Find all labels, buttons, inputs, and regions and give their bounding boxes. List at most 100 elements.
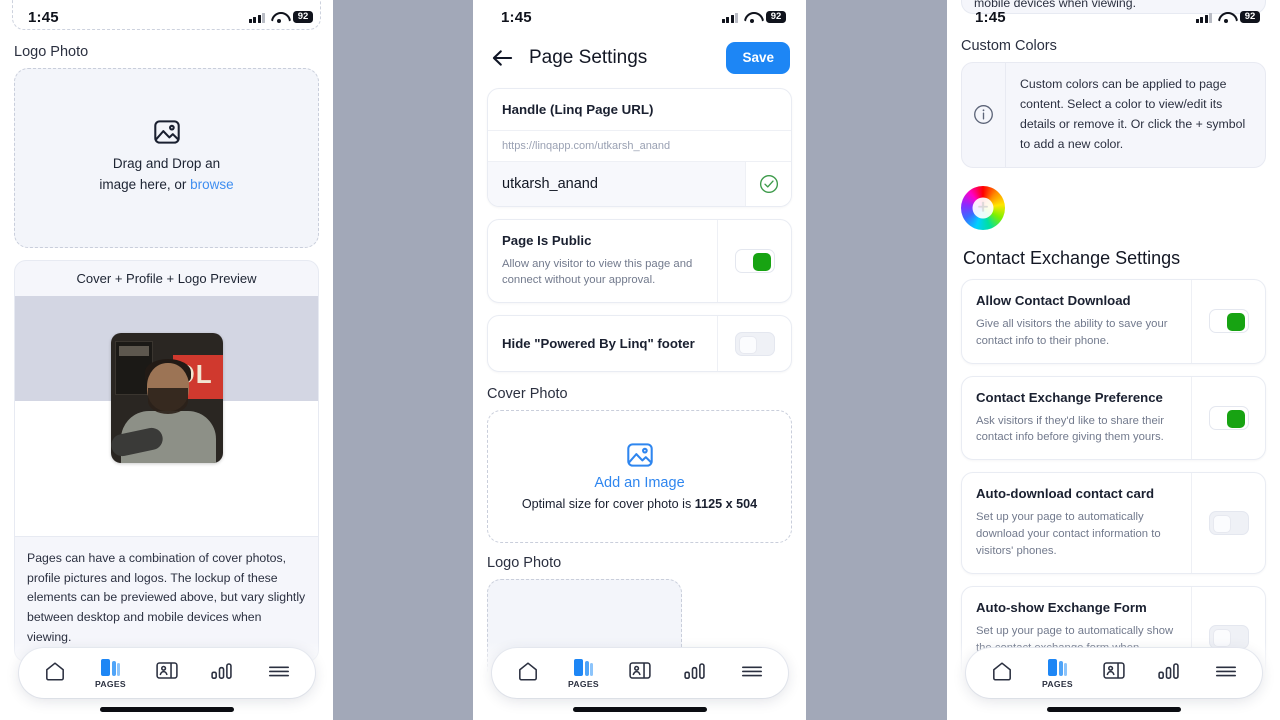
sidebar-item-pages[interactable]: PAGES [1032, 658, 1084, 689]
custom-colors-info-text: Custom colors can be applied to page con… [1020, 77, 1246, 151]
toggle-row-text: Hide "Powered By Linq" footer [488, 316, 717, 371]
tab-bar-zone: PAGES [947, 642, 1280, 720]
color-wheel-add-icon[interactable]: + [961, 185, 1005, 230]
home-icon [44, 661, 66, 686]
home-indicator [1046, 707, 1181, 712]
profile-photo-preview: OL [110, 333, 223, 463]
toggle-cell [717, 219, 791, 303]
allow-contact-download-toggle[interactable] [1208, 309, 1249, 334]
toggle-title: Auto-show Exchange Form [976, 600, 1147, 616]
toggle-title: Hide "Powered By Linq" footer [502, 336, 695, 352]
logo-photo-label: Logo Photo [14, 44, 89, 60]
status-indicators: 92 [248, 10, 313, 24]
toggle-cell [717, 316, 791, 372]
home-indicator [572, 707, 707, 712]
toggle-title: Allow Contact Download [976, 292, 1131, 308]
phone-panel-3: mobile devices when viewing. 1:45 92 Cus… [947, 0, 1280, 720]
sidebar-item-contacts[interactable] [141, 661, 193, 685]
phone-panel-2: 1:45 92 Page Settings Save Handle (Linq … [473, 0, 806, 720]
save-button[interactable]: Save [726, 42, 790, 74]
sidebar-item-pages[interactable]: PAGES [558, 658, 610, 689]
contact-card-icon [628, 661, 651, 685]
browse-link[interactable]: browse [190, 177, 234, 192]
status-time: 1:45 [28, 8, 59, 26]
size-note-value: 1125 x 504 [694, 496, 758, 511]
sidebar-item-analytics[interactable] [1144, 662, 1196, 685]
sidebar-item-pages[interactable]: PAGES [85, 658, 137, 689]
sidebar-item-analytics[interactable] [197, 662, 249, 685]
pages-stack-icon [574, 658, 593, 676]
home-icon [517, 661, 539, 686]
info-circle-icon [962, 63, 1006, 167]
cover-photo-label: Cover Photo [487, 386, 568, 403]
toggle-row-auto-download-contact-card: Auto-download contact card Set up your p… [961, 472, 1266, 575]
tab-bar: PAGES [965, 648, 1262, 698]
toggle-row-page-is-public: Page Is Public Allow any visitor to view… [487, 218, 792, 304]
handle-url-preview: https://linqapp.com/utkarsh_anand [488, 131, 791, 162]
cover-photo-dropzone[interactable]: Add an Image Optimal size for cover phot… [487, 410, 792, 544]
add-color-plus: + [977, 197, 989, 219]
back-arrow-icon[interactable] [489, 45, 515, 71]
auto-download-contact-card-toggle[interactable] [1208, 511, 1249, 536]
panel3-content: Custom Colors Custom colors can be appli… [947, 38, 1280, 688]
image-placeholder-icon [626, 443, 653, 467]
toggle-subtitle: Ask visitors if they'd like to share the… [976, 414, 1164, 444]
dropzone-line1: Drag and Drop an [112, 156, 221, 172]
sidebar-item-menu[interactable] [1200, 664, 1252, 683]
wifi-icon [1218, 11, 1234, 23]
sidebar-item-home[interactable] [29, 661, 81, 686]
preview-canvas: OL [15, 296, 318, 536]
toggle-subtitle: Give all visitors the ability to save yo… [976, 317, 1168, 347]
add-an-image-link[interactable]: Add an Image [594, 475, 684, 491]
status-indicators: 92 [721, 10, 786, 24]
bar-chart-icon [210, 662, 235, 685]
contact-card-icon [1102, 661, 1125, 685]
logo-photo-dropzone[interactable]: Drag and Drop an image here, or browse [14, 68, 319, 248]
toggle-row-text: Contact Exchange Preference Ask visitors… [962, 377, 1191, 460]
wifi-icon [271, 11, 287, 23]
toggle-title: Auto-download contact card [976, 486, 1155, 502]
sidebar-item-analytics[interactable] [670, 662, 722, 685]
add-color-row: + [961, 185, 1266, 230]
toggle-row-text: Allow Contact Download Give all visitors… [962, 280, 1191, 363]
status-bar: 1:45 92 [473, 0, 806, 34]
page-is-public-toggle[interactable] [734, 248, 775, 273]
sidebar-item-contacts[interactable] [614, 661, 666, 685]
sidebar-item-home[interactable] [976, 661, 1028, 686]
hamburger-menu-icon [1215, 664, 1237, 683]
toggle-cell [1191, 279, 1265, 363]
handle-label: Handle (Linq Page URL) [488, 89, 791, 131]
custom-colors-label: Custom Colors [961, 38, 1057, 54]
tab-label-pages: PAGES [1042, 678, 1073, 689]
handle-field-card: Handle (Linq Page URL) https://linqapp.c… [487, 87, 792, 207]
page-title: Page Settings [529, 46, 648, 68]
preview-card: Cover + Profile + Logo Preview OL Pages … [14, 260, 319, 663]
bar-chart-icon [1157, 662, 1182, 685]
size-note-prefix: Optimal size for cover photo is [521, 496, 695, 511]
panel2-content: Handle (Linq Page URL) https://linqapp.c… [473, 87, 806, 710]
status-indicators: 92 [1195, 10, 1260, 24]
wifi-icon [744, 11, 760, 23]
handle-input[interactable]: utkarsh_anand [488, 161, 745, 206]
check-circle-icon [745, 161, 791, 206]
panel1-content: Logo Photo Drag and Drop an image here, … [0, 44, 333, 692]
sidebar-item-menu[interactable] [726, 664, 778, 683]
hamburger-menu-icon [741, 664, 763, 683]
toggle-title: Contact Exchange Preference [976, 389, 1163, 405]
tab-bar-zone: PAGES [0, 642, 333, 720]
bar-chart-icon [683, 662, 708, 685]
sidebar-item-home[interactable] [502, 661, 554, 686]
sidebar-item-menu[interactable] [253, 664, 305, 683]
contact-exchange-preference-toggle[interactable] [1208, 405, 1249, 430]
status-time: 1:45 [501, 8, 532, 26]
logo-photo-label: Logo Photo [487, 555, 562, 572]
sidebar-item-contacts[interactable] [1088, 661, 1140, 685]
dropzone-text: Drag and Drop an image here, or browse [99, 154, 233, 196]
preview-card-header: Cover + Profile + Logo Preview [76, 271, 257, 286]
screenshot-stage: 1:45 92 Logo Photo Drag and Drop an imag… [0, 0, 1280, 720]
battery-badge: 92 [293, 10, 313, 24]
hide-powered-by-footer-toggle[interactable] [734, 331, 775, 356]
cellular-bars-icon [248, 12, 265, 23]
cover-photo-size-note: Optimal size for cover photo is 1125 x 5… [522, 497, 757, 511]
cellular-bars-icon [1195, 12, 1212, 23]
